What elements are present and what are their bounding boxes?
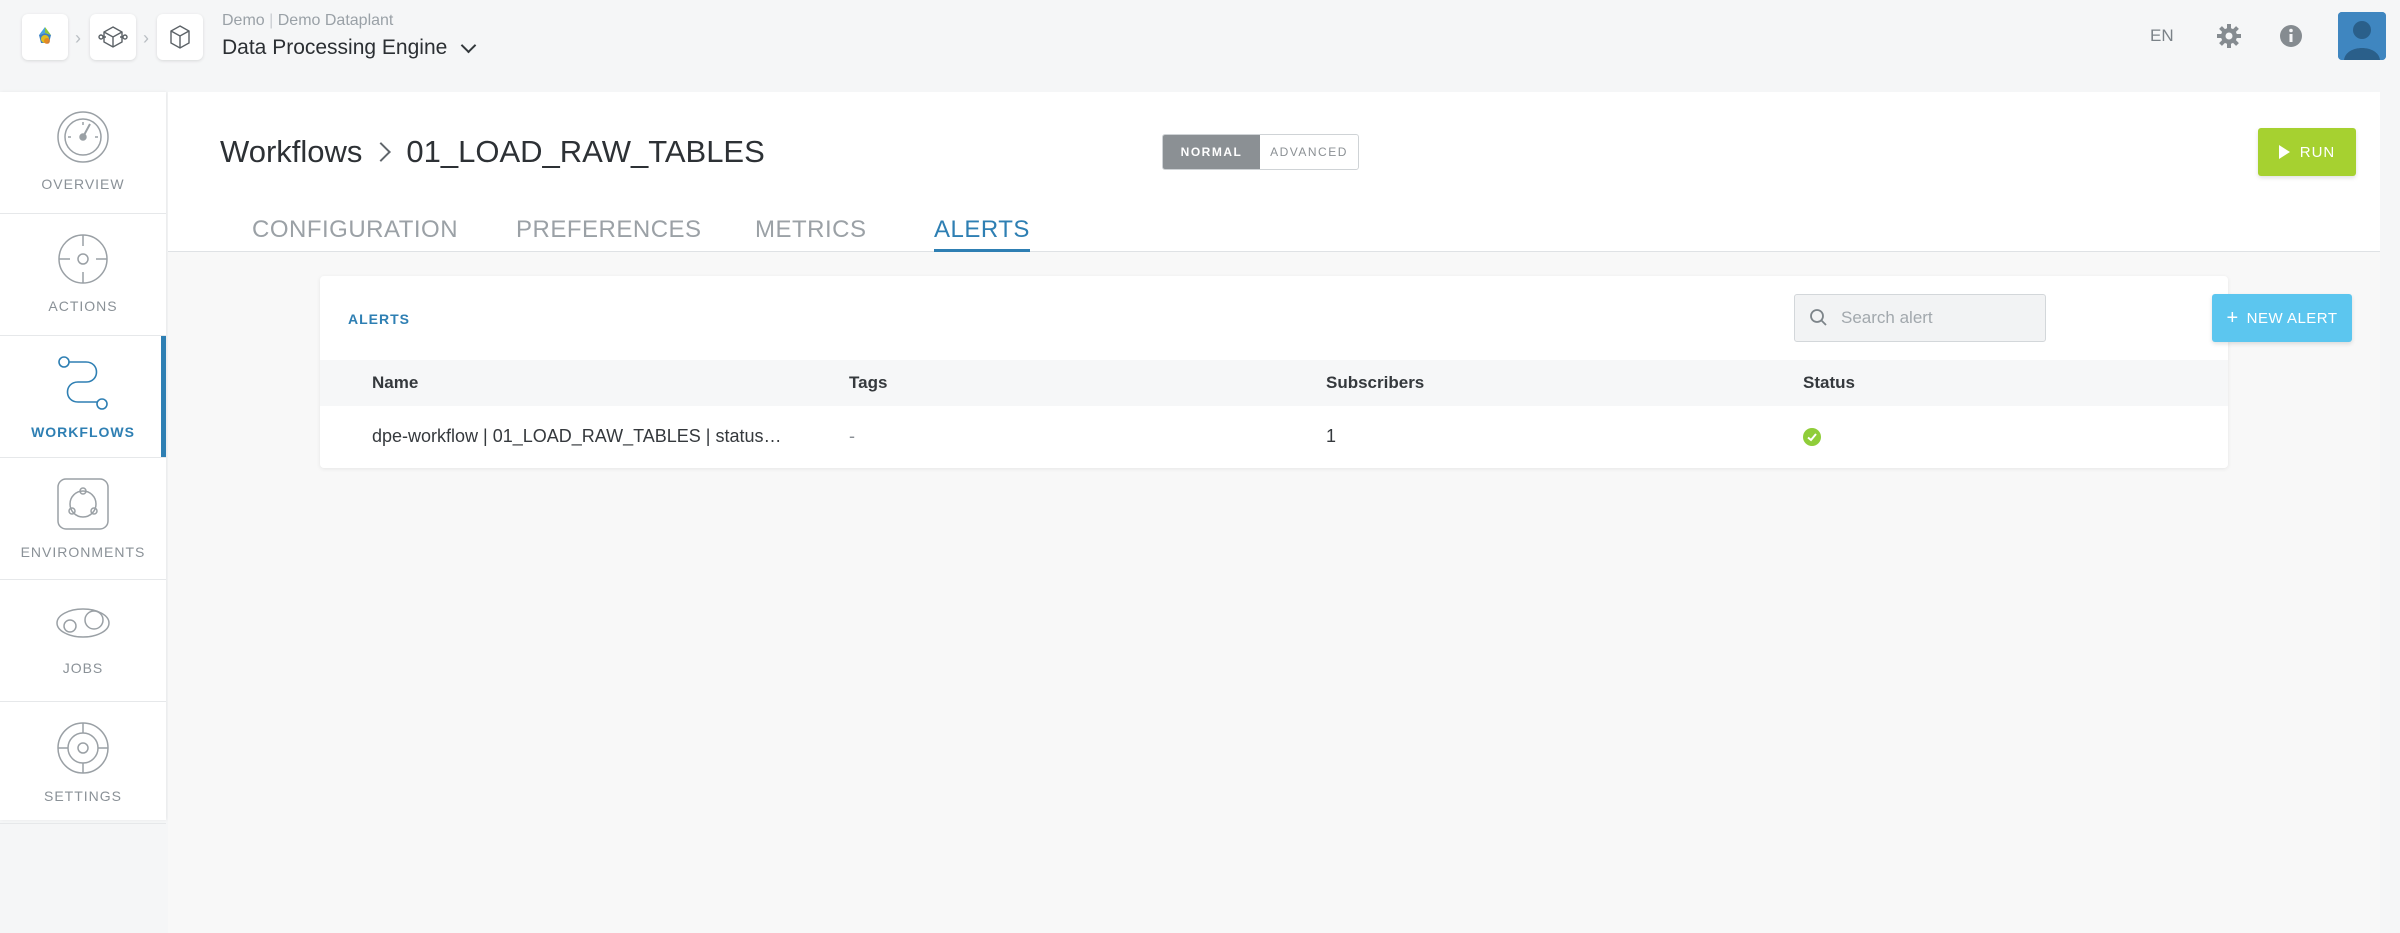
column-header-subscribers[interactable]: Subscribers xyxy=(1326,373,1424,393)
org-name: Demo xyxy=(222,12,265,29)
environment-icon xyxy=(57,478,109,530)
search-icon xyxy=(1810,309,1827,326)
breadcrumb-workflow-name: 01_LOAD_RAW_TABLES xyxy=(406,134,765,169)
workspace-breadcrumb: Demo | Demo Dataplant xyxy=(222,12,394,29)
run-button-label: RUN xyxy=(2299,143,2336,161)
search-alert-input[interactable] xyxy=(1841,308,2031,328)
new-alert-button[interactable]: + NEW ALERT xyxy=(2212,294,2352,342)
box-icon[interactable] xyxy=(157,14,203,60)
sidebar-item-jobs[interactable]: JOBS xyxy=(0,580,166,702)
alerts-card-title: ALERTS xyxy=(348,311,410,327)
search-box xyxy=(1794,294,2046,342)
tab-configuration[interactable]: CONFIGURATION xyxy=(252,216,458,252)
status-check-icon xyxy=(1803,428,1821,446)
language-selector[interactable]: EN xyxy=(2150,26,2174,46)
column-header-status[interactable]: Status xyxy=(1803,373,1855,393)
jobs-icon xyxy=(56,608,110,638)
chevron-right-icon xyxy=(371,142,392,162)
alerts-card: ALERTS + NEW ALERT Name Tags Subscribers… xyxy=(320,276,2352,468)
page-title: Workflows 01_LOAD_RAW_TABLES xyxy=(220,134,765,170)
sidebar-item-label: WORKFLOWS xyxy=(31,424,135,440)
tab-preferences[interactable]: PREFERENCES xyxy=(516,216,702,252)
plus-icon: + xyxy=(2226,307,2239,329)
mode-normal-button[interactable]: NORMAL xyxy=(1163,135,1260,169)
sidebar-item-overview[interactable]: OVERVIEW xyxy=(0,92,166,214)
project-selector[interactable]: Data Processing Engine xyxy=(222,36,477,60)
workspace-name: Demo Dataplant xyxy=(277,12,394,29)
avatar[interactable] xyxy=(2338,12,2386,60)
column-header-name[interactable]: Name xyxy=(372,373,418,393)
sidebar-item-workflows[interactable]: WORKFLOWS xyxy=(0,336,166,458)
column-header-tags[interactable]: Tags xyxy=(849,373,887,393)
top-bar: › › Demo | Demo Dataplant Data Processin… xyxy=(0,0,2400,86)
play-icon xyxy=(2278,145,2290,159)
mode-advanced-button[interactable]: ADVANCED xyxy=(1260,135,1358,169)
sidebar-item-actions[interactable]: ACTIONS xyxy=(0,214,166,336)
info-icon[interactable] xyxy=(2273,18,2309,54)
chevron-down-icon xyxy=(461,37,477,53)
breadcrumb-separator: › xyxy=(75,28,81,48)
main-panel: Workflows 01_LOAD_RAW_TABLES NORMAL ADVA… xyxy=(168,92,2380,933)
app-logo-icon[interactable] xyxy=(22,14,68,60)
run-button[interactable]: RUN xyxy=(2258,128,2356,176)
tab-alerts[interactable]: ALERTS xyxy=(934,216,1030,252)
alert-subscribers-cell: 1 xyxy=(1326,426,1337,446)
table-row[interactable]: dpe-workflow | 01_LOAD_RAW_TABLES | stat… xyxy=(320,406,2228,468)
new-alert-button-label: NEW ALERT xyxy=(2246,309,2338,327)
sidebar: OVERVIEW ACTIONS WORKFLOWS ENVIRONMENTS … xyxy=(0,92,166,824)
tab-bar: CONFIGURATION PREFERENCES METRICS ALERTS xyxy=(168,216,2380,252)
tab-metrics[interactable]: METRICS xyxy=(755,216,867,252)
page-header: Workflows 01_LOAD_RAW_TABLES NORMAL ADVA… xyxy=(168,92,2380,252)
settings-gear-icon xyxy=(57,722,109,774)
project-title: Data Processing Engine xyxy=(222,36,448,59)
target-icon xyxy=(58,234,108,284)
mode-toggle: NORMAL ADVANCED xyxy=(1162,134,1359,170)
cube-network-icon[interactable] xyxy=(90,14,136,60)
sidebar-item-label: ENVIRONMENTS xyxy=(20,544,146,560)
sidebar-item-settings[interactable]: SETTINGS xyxy=(0,702,166,824)
alert-name-cell[interactable]: dpe-workflow | 01_LOAD_RAW_TABLES | stat… xyxy=(372,426,782,447)
sidebar-item-label: ACTIONS xyxy=(48,298,118,314)
breadcrumb-separator: › xyxy=(143,28,149,48)
sidebar-item-label: SETTINGS xyxy=(43,788,122,804)
speedometer-icon xyxy=(57,111,109,163)
alert-tags-cell: - xyxy=(849,426,855,446)
breadcrumb-workflows[interactable]: Workflows xyxy=(220,134,362,170)
sidebar-item-label: OVERVIEW xyxy=(41,176,125,192)
workflow-icon xyxy=(58,356,108,410)
table-header: Name Tags Subscribers Status xyxy=(320,360,2228,406)
sidebar-item-environments[interactable]: ENVIRONMENTS xyxy=(0,458,166,580)
gear-icon[interactable] xyxy=(2211,18,2247,54)
sidebar-item-label: JOBS xyxy=(62,660,104,676)
